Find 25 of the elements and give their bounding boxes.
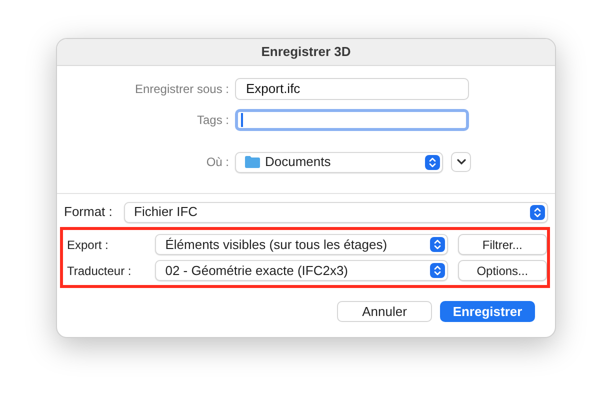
option-label: Traducteur : — [67, 262, 132, 280]
dropdown[interactable]: Documents — [235, 152, 443, 172]
stepper-icon — [425, 154, 440, 170]
field-label: Où : — [205, 154, 230, 171]
tags-field[interactable] — [235, 109, 469, 131]
cancel-button[interactable]: Annuler — [337, 301, 432, 322]
text-cursor — [241, 113, 243, 127]
expand-button[interactable] — [451, 152, 471, 172]
window-title: Enregistrer 3D — [261, 43, 351, 62]
save-button[interactable]: Enregistrer — [440, 301, 535, 322]
chevron-icon — [456, 159, 466, 165]
option-label: Export : — [67, 236, 110, 254]
stepper-icon — [530, 204, 545, 220]
dropdown[interactable]: Éléments visibles (sur tous les étages) — [155, 234, 448, 255]
stepper-icon — [430, 263, 445, 278]
field-label: Enregistrer sous : — [134, 81, 230, 98]
option-button[interactable]: Filtrer... — [458, 234, 547, 255]
field-label: Tags : — [196, 112, 230, 129]
filename-field[interactable]: Export.ifc — [235, 78, 469, 100]
dropdown[interactable]: Fichier IFC — [124, 202, 548, 222]
option-button[interactable]: Options... — [458, 260, 547, 281]
dropdown[interactable]: 02 - Géométrie exacte (IFC2x3) — [155, 260, 448, 281]
format-label: Format : — [64, 203, 114, 222]
folder-icon — [245, 156, 260, 168]
stepper-icon — [430, 237, 445, 252]
